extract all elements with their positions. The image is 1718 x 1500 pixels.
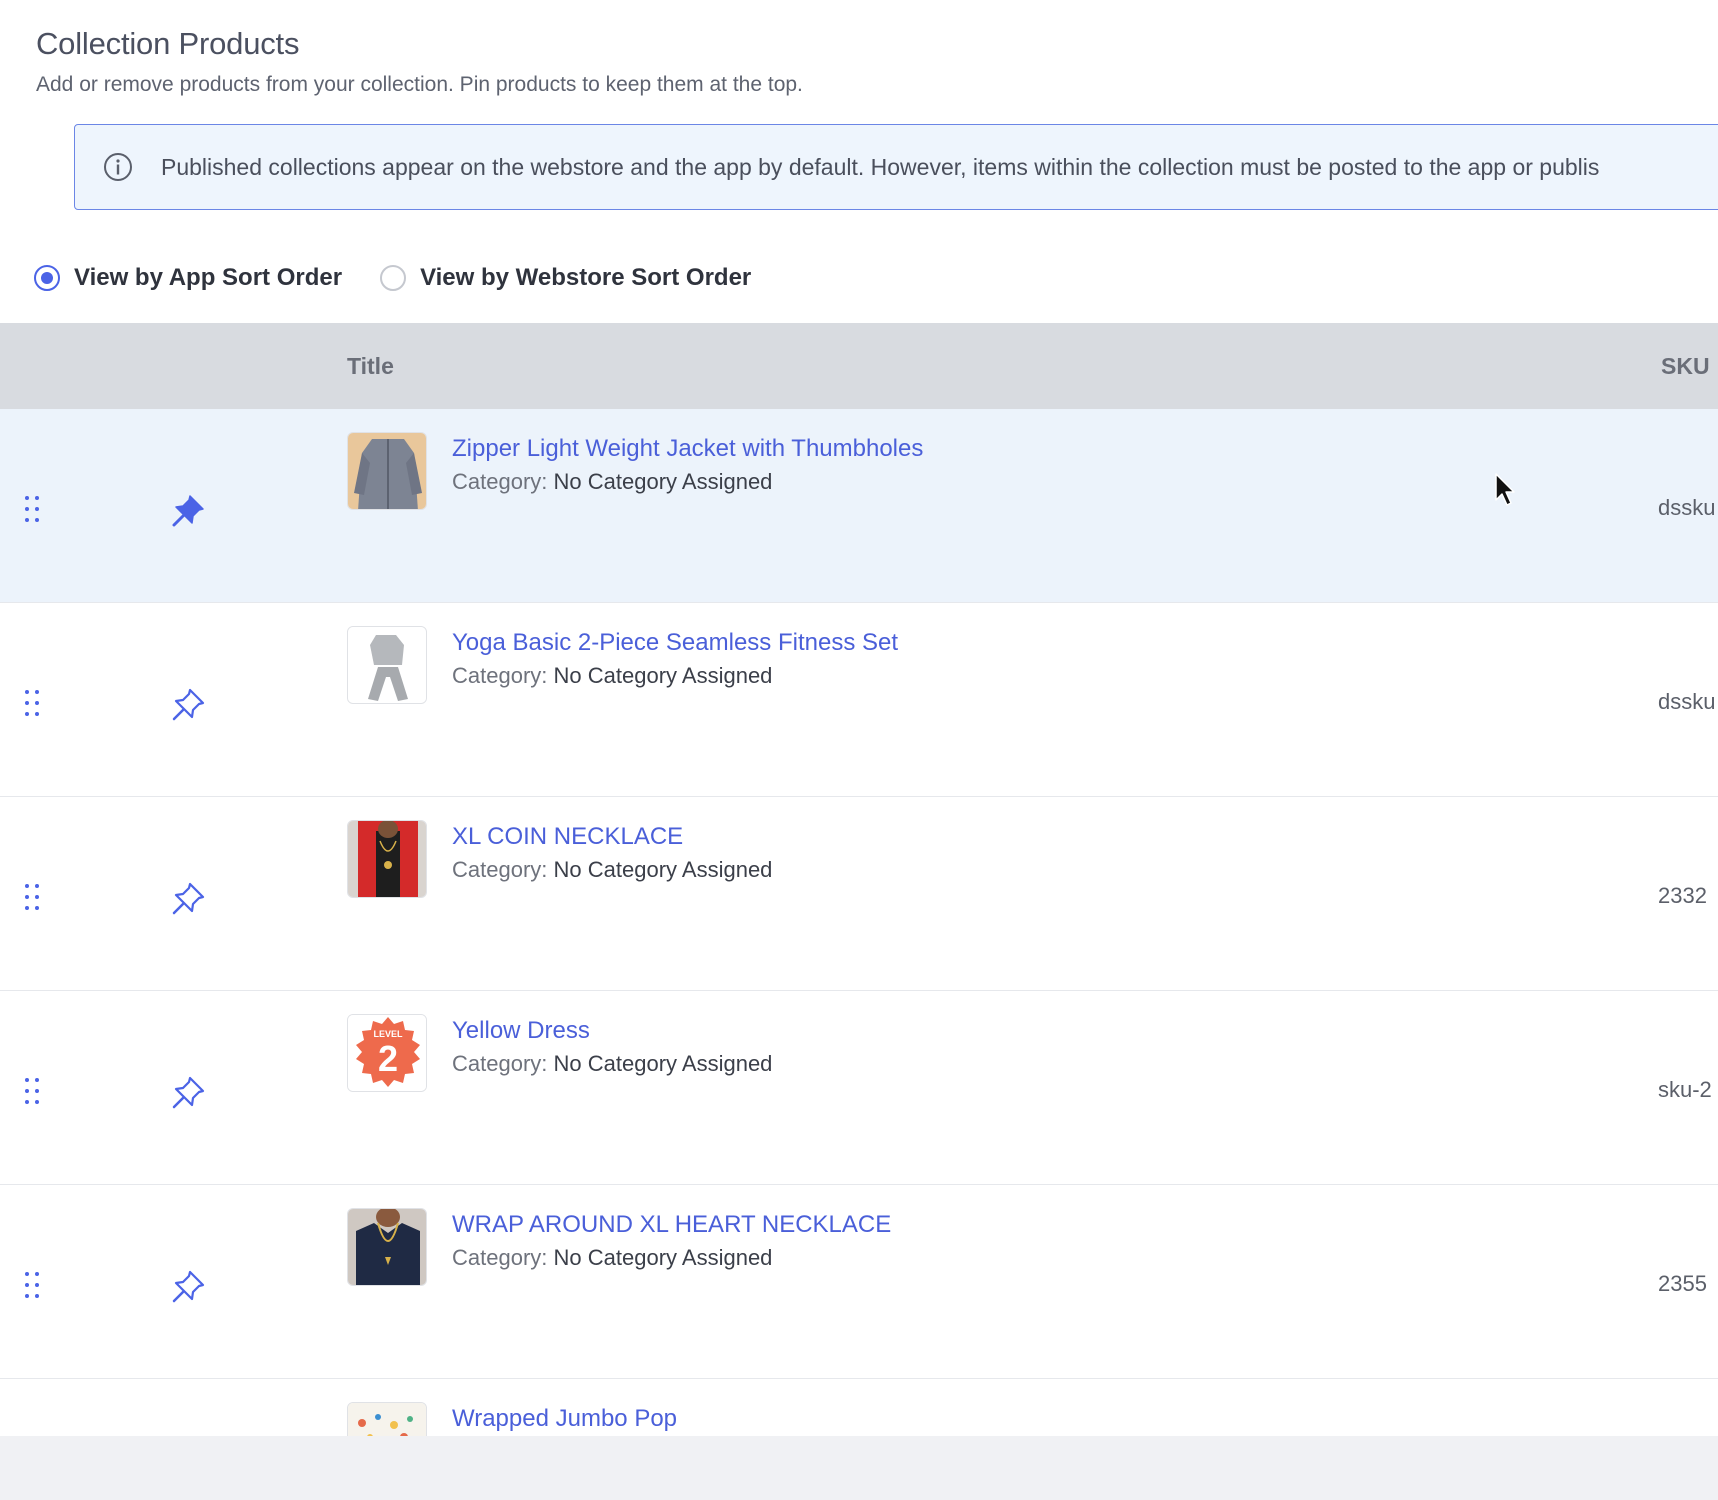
category-label: Category: [452, 469, 548, 494]
category-label: Category: [452, 1051, 548, 1076]
drag-handle-icon[interactable] [24, 689, 40, 717]
product-category: Category: No Category Assigned [452, 663, 772, 689]
product-sku: sku-2 [1658, 1077, 1712, 1102]
table-row: Yoga Basic 2-Piece Seamless Fitness Set … [0, 603, 1718, 797]
product-category: Category: No Category Assigned [452, 1245, 772, 1271]
info-icon [104, 153, 132, 181]
product-thumbnail[interactable]: 2 LEVEL [347, 1014, 427, 1092]
product-title-link[interactable]: Wrapped Jumbo Pop [452, 1405, 677, 1433]
radio-label[interactable]: View by App Sort Order [74, 264, 342, 292]
level-2-badge-image: 2 LEVEL [348, 1015, 426, 1091]
info-banner: Published collections appear on the webs… [74, 124, 1718, 210]
table-row: Zipper Light Weight Jacket with Thumbhol… [0, 409, 1718, 603]
product-category: Category: No Category Assigned [452, 857, 772, 883]
page-subtitle: Add or remove products from your collect… [36, 73, 803, 96]
info-banner-text: Published collections appear on the webs… [161, 153, 1600, 180]
navy-top-necklace-image [348, 1209, 426, 1285]
product-sku: 2355 [1658, 1271, 1707, 1296]
category-value: No Category Assigned [553, 663, 773, 688]
table-row: WRAP AROUND XL HEART NECKLACE Category: … [0, 1185, 1718, 1379]
column-header-title[interactable]: Title [347, 323, 394, 409]
grey-jacket-image [348, 433, 426, 509]
category-label: Category: [452, 663, 548, 688]
table-header: Title SKU [0, 323, 1718, 409]
column-header-sku[interactable]: SKU [1661, 323, 1710, 409]
product-title-link[interactable]: Zipper Light Weight Jacket with Thumbhol… [452, 435, 923, 463]
mouse-cursor-icon [1495, 473, 1515, 506]
category-value: No Category Assigned [553, 1051, 773, 1076]
radio-button-unchecked[interactable] [380, 265, 407, 291]
product-sku: dssku [1658, 689, 1716, 714]
product-title-link[interactable]: WRAP AROUND XL HEART NECKLACE [452, 1211, 891, 1239]
product-thumbnail[interactable] [347, 626, 427, 704]
svg-text:LEVEL: LEVEL [373, 1029, 403, 1039]
section-header: Collection Products Add or remove produc… [36, 22, 803, 100]
product-title-link[interactable]: Yoga Basic 2-Piece Seamless Fitness Set [452, 629, 898, 657]
pin-filled-icon[interactable] [170, 493, 206, 529]
drag-handle-icon[interactable] [24, 1271, 40, 1299]
svg-text:2: 2 [378, 1038, 398, 1079]
collection-products-page: Collection Products Add or remove produc… [0, 0, 1718, 1500]
category-value: No Category Assigned [553, 1245, 773, 1270]
radio-button-checked[interactable] [34, 265, 60, 291]
drag-handle-icon[interactable] [24, 495, 40, 523]
category-label: Category: [452, 1245, 548, 1270]
product-sku: 2332 [1658, 883, 1707, 908]
pin-outline-icon[interactable] [170, 1269, 206, 1305]
product-title-link[interactable]: Yellow Dress [452, 1017, 590, 1045]
category-value: No Category Assigned [553, 857, 773, 882]
pin-outline-icon[interactable] [170, 881, 206, 917]
product-category: Category: No Category Assigned [452, 1051, 772, 1077]
red-jacket-necklace-image [348, 821, 426, 897]
grey-fitness-set-image [348, 627, 426, 703]
product-sku: dssku [1658, 495, 1716, 520]
pin-outline-icon[interactable] [170, 1075, 206, 1111]
category-label: Category: [452, 857, 548, 882]
pin-outline-icon[interactable] [170, 687, 206, 723]
category-value: No Category Assigned [553, 469, 773, 494]
drag-handle-icon[interactable] [24, 1077, 40, 1105]
footer-bar [0, 1436, 1718, 1500]
products-table: Title SKU Zipper Light Weight Jacket wit… [0, 323, 1718, 1500]
table-row: 2 LEVEL Yellow Dress Category: No Catego… [0, 991, 1718, 1185]
drag-handle-icon[interactable] [24, 883, 40, 911]
product-thumbnail[interactable] [347, 820, 427, 898]
product-thumbnail[interactable] [347, 1208, 427, 1286]
product-thumbnail[interactable] [347, 432, 427, 510]
sort-order-radio-group: View by App Sort Order View by Webstore … [34, 264, 789, 292]
page-title: Collection Products [36, 26, 300, 61]
product-title-link[interactable]: XL COIN NECKLACE [452, 823, 683, 851]
radio-app-sort-order[interactable]: View by App Sort Order [34, 264, 342, 292]
table-row: XL COIN NECKLACE Category: No Category A… [0, 797, 1718, 991]
product-category: Category: No Category Assigned [452, 469, 772, 495]
radio-label[interactable]: View by Webstore Sort Order [420, 264, 751, 292]
radio-webstore-sort-order[interactable]: View by Webstore Sort Order [380, 264, 751, 292]
